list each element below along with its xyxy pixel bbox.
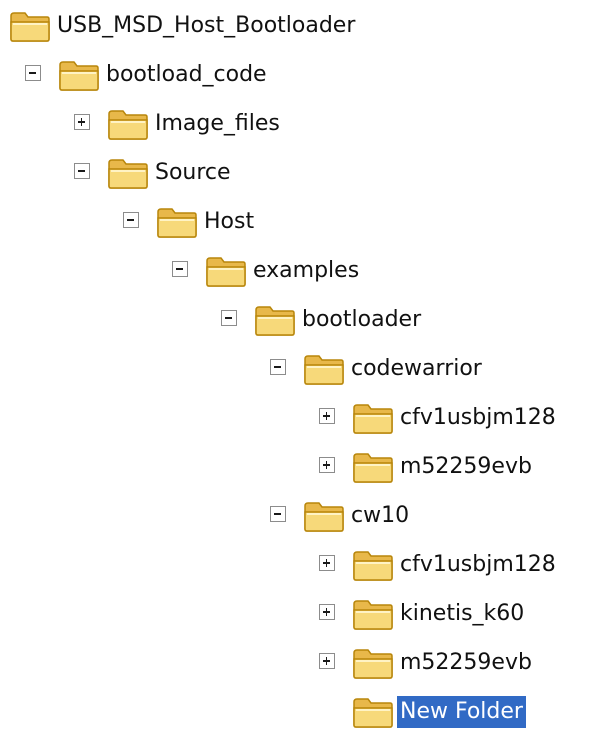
tree-row[interactable]: kinetis_k60 (0, 592, 600, 636)
expand-toggle-icon[interactable] (319, 653, 335, 669)
tree-item-label[interactable]: Host (201, 206, 257, 238)
folder-tree: USB_MSD_Host_Bootloader bootload_code Imag… (0, 0, 600, 728)
tree-item-label[interactable]: m52259evb (397, 451, 535, 483)
folder-icon (106, 107, 150, 141)
collapse-toggle-icon[interactable] (172, 261, 188, 277)
folder-icon (204, 254, 248, 288)
collapse-toggle-icon[interactable] (270, 506, 286, 522)
tree-row[interactable]: Host (0, 200, 600, 244)
tree-item-label[interactable]: bootloader (299, 304, 424, 336)
tree-row[interactable]: bootloader (0, 298, 600, 342)
folder-icon (106, 156, 150, 190)
expand-toggle-icon[interactable] (319, 604, 335, 620)
tree-item-label[interactable]: bootload_code (103, 59, 270, 91)
folder-icon (8, 9, 52, 43)
folder-icon (351, 548, 395, 582)
collapse-toggle-icon[interactable] (74, 163, 90, 179)
tree-item-label[interactable]: codewarrior (348, 353, 485, 385)
tree-item-label[interactable]: USB_MSD_Host_Bootloader (54, 10, 358, 42)
expand-toggle-icon[interactable] (319, 555, 335, 571)
tree-row[interactable]: cfv1usbjm128 (0, 543, 600, 587)
tree-row[interactable]: USB_MSD_Host_Bootloader (0, 4, 600, 48)
tree-row[interactable]: bootload_code (0, 53, 600, 97)
tree-item-label[interactable]: Image_files (152, 108, 283, 140)
folder-icon (351, 597, 395, 631)
folder-icon (253, 303, 297, 337)
tree-row[interactable]: examples (0, 249, 600, 293)
tree-item-label[interactable]: m52259evb (397, 647, 535, 679)
tree-item-label-selected[interactable]: New Folder (397, 696, 526, 728)
tree-row[interactable]: codewarrior (0, 347, 600, 391)
expand-toggle-icon[interactable] (319, 408, 335, 424)
folder-icon (155, 205, 199, 239)
tree-row[interactable]: New Folder (0, 690, 600, 734)
tree-item-label[interactable]: Source (152, 157, 234, 189)
tree-item-label[interactable]: kinetis_k60 (397, 598, 527, 630)
tree-item-label[interactable]: cw10 (348, 500, 412, 532)
tree-row[interactable]: Source (0, 151, 600, 195)
tree-item-label[interactable]: cfv1usbjm128 (397, 402, 559, 434)
expand-toggle-icon[interactable] (319, 457, 335, 473)
expand-toggle-icon[interactable] (74, 114, 90, 130)
folder-icon (351, 646, 395, 680)
folder-icon (302, 499, 346, 533)
folder-icon (351, 401, 395, 435)
tree-row[interactable]: cfv1usbjm128 (0, 396, 600, 440)
collapse-toggle-icon[interactable] (221, 310, 237, 326)
collapse-toggle-icon[interactable] (25, 65, 41, 81)
collapse-toggle-icon[interactable] (270, 359, 286, 375)
tree-item-label[interactable]: cfv1usbjm128 (397, 549, 559, 581)
folder-icon (302, 352, 346, 386)
tree-row[interactable]: cw10 (0, 494, 600, 538)
tree-item-label[interactable]: examples (250, 255, 362, 287)
folder-icon (351, 450, 395, 484)
folder-icon (57, 58, 101, 92)
tree-row[interactable]: m52259evb (0, 641, 600, 685)
tree-row[interactable]: Image_files (0, 102, 600, 146)
collapse-toggle-icon[interactable] (123, 212, 139, 228)
folder-icon (351, 695, 395, 729)
tree-row[interactable]: m52259evb (0, 445, 600, 489)
